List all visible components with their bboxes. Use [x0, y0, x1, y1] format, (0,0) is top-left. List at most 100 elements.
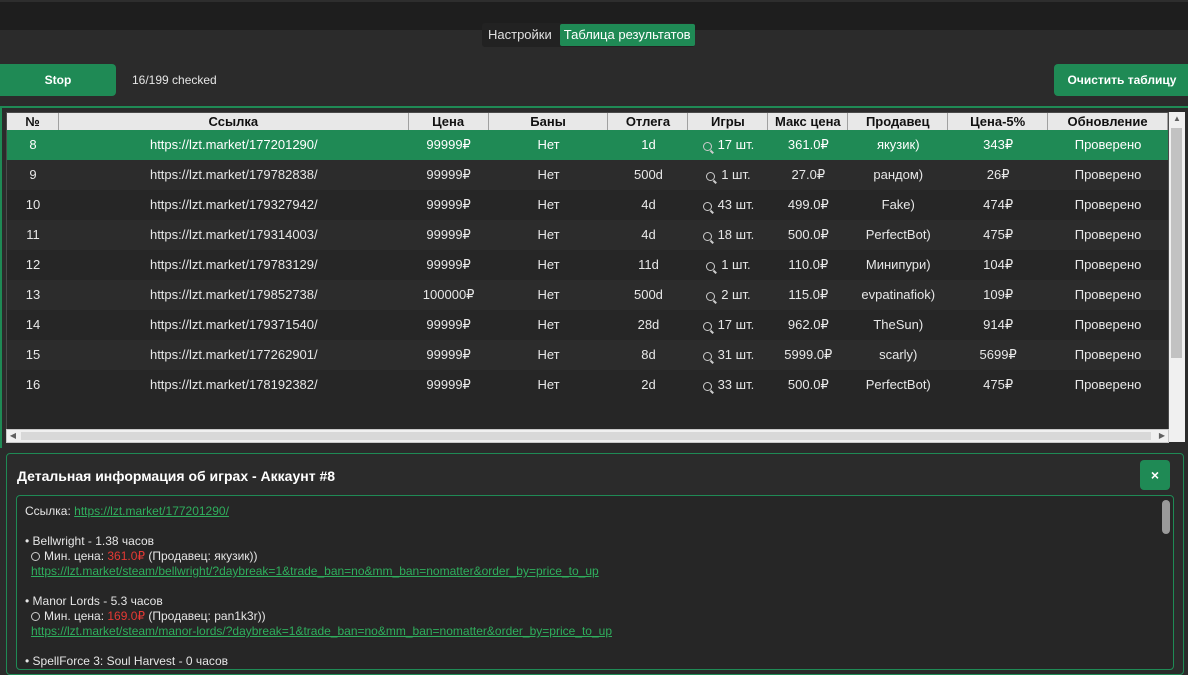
- row-price5: 26₽: [986, 167, 1010, 182]
- tab-results-table[interactable]: Таблица результатов: [559, 24, 695, 46]
- row-update: Проверено: [1074, 167, 1142, 182]
- clear-table-button[interactable]: Очистить таблицу: [1054, 64, 1188, 96]
- row-number: 12: [25, 257, 41, 272]
- row-max-price: 962.0₽: [787, 317, 829, 332]
- scrollbar-thumb[interactable]: [1171, 128, 1182, 358]
- details-title: Детальная информация об играх - Аккаунт …: [17, 468, 336, 484]
- row-link: https://lzt.market/179852738/: [149, 287, 318, 302]
- games-column-header[interactable]: Игры: [688, 113, 769, 130]
- row-number: 16: [25, 377, 41, 392]
- games-count: 31 шт.: [717, 347, 755, 362]
- table-row[interactable]: 9 https://lzt.market/179782838/99999₽ Нет 5…: [7, 160, 1168, 190]
- seller-text: (Продавец: якузик)): [145, 549, 258, 563]
- row-price: 99999₽: [426, 137, 471, 152]
- row-link: https://lzt.market/177262901/: [149, 347, 318, 362]
- game-title: • SpellForce 3: Soul Harvest - 0 часов: [25, 654, 229, 668]
- games-count: 17 шт.: [717, 137, 755, 152]
- row-otlega: 4d: [641, 197, 656, 212]
- row-price: 99999₽: [426, 197, 471, 212]
- row-otlega: 1d: [641, 137, 656, 152]
- row-seller: PerfectBot): [865, 227, 931, 242]
- table-vertical-scrollbar[interactable]: ▲: [1169, 112, 1185, 442]
- scroll-right-arrow-icon[interactable]: ▶: [1156, 430, 1168, 442]
- magnifier-icon: [706, 172, 716, 181]
- link-column-header[interactable]: Ссылка: [59, 113, 409, 130]
- hscrollbar-thumb[interactable]: [21, 432, 1151, 440]
- row-max-price: 5999.0₽: [784, 347, 833, 362]
- row-seller: PerfectBot): [865, 377, 931, 392]
- table-row[interactable]: 10 https://lzt.market/179327942/99999₽ Нет…: [7, 190, 1168, 220]
- seller-column-header[interactable]: Продавец: [848, 113, 949, 130]
- row-price: 99999₽: [426, 377, 471, 392]
- row-seller: рандом): [873, 167, 924, 182]
- row-price5: 5699₽: [979, 347, 1017, 362]
- row-link: https://lzt.market/179327942/: [149, 197, 318, 212]
- row-otlega: 8d: [641, 347, 656, 362]
- price-column-header[interactable]: Цена: [409, 113, 489, 130]
- row-link: https://lzt.market/179371540/: [149, 317, 318, 332]
- row-bans: Нет: [537, 257, 560, 272]
- row-price: 99999₽: [426, 347, 471, 362]
- max-price-column-header[interactable]: Макс цена: [768, 113, 849, 130]
- num-column-header[interactable]: №: [7, 113, 59, 130]
- money-bag-icon: [31, 552, 40, 561]
- update-column-header[interactable]: Обновление: [1048, 113, 1168, 130]
- row-otlega: 11d: [638, 257, 659, 272]
- row-price5: 475₽: [983, 227, 1014, 242]
- row-update: Проверено: [1074, 227, 1142, 242]
- row-update: Проверено: [1074, 287, 1142, 302]
- row-number: 15: [25, 347, 41, 362]
- scroll-up-arrow-icon[interactable]: ▲: [1169, 112, 1185, 126]
- tab-settings[interactable]: Настройки: [482, 24, 558, 46]
- row-bans: Нет: [537, 377, 560, 392]
- game-market-link[interactable]: https://lzt.market/steam/manor-lords/?da…: [31, 624, 612, 638]
- close-details-button[interactable]: ×: [1140, 460, 1170, 490]
- game-market-link[interactable]: https://lzt.market/steam/bellwright/?day…: [31, 564, 599, 578]
- row-games: 2 шт.: [688, 280, 768, 310]
- table-row[interactable]: 13 https://lzt.market/179852738/100000₽ Не…: [7, 280, 1168, 310]
- row-games: 33 шт.: [688, 370, 768, 400]
- table-row[interactable]: 15 https://lzt.market/177262901/99999₽ Нет…: [7, 340, 1168, 370]
- games-count: 1 шт.: [721, 167, 751, 182]
- row-seller: якузик): [876, 137, 920, 152]
- table-row[interactable]: 11 https://lzt.market/179314003/99999₽ Нет…: [7, 220, 1168, 250]
- table-row[interactable]: 14 https://lzt.market/179371540/99999₽ Нет…: [7, 310, 1168, 340]
- details-content: Ссылка: https://lzt.market/177201290/ • …: [16, 495, 1174, 670]
- price5-column-header[interactable]: Цена-5%: [948, 113, 1049, 130]
- min-price-label: Мин. цена:: [44, 549, 108, 563]
- row-update: Проверено: [1074, 377, 1142, 392]
- games-count: 18 шт.: [717, 227, 755, 242]
- row-link: https://lzt.market/179782838/: [149, 167, 318, 182]
- row-price5: 474₽: [983, 197, 1014, 212]
- row-seller: evpatinafiok): [861, 287, 936, 302]
- table-row[interactable]: 8 https://lzt.market/177201290/99999₽ Нет 1…: [7, 130, 1168, 160]
- row-bans: Нет: [537, 287, 560, 302]
- bans-column-header[interactable]: Баны: [489, 113, 609, 130]
- row-price5: 475₽: [983, 377, 1014, 392]
- magnifier-icon: [702, 202, 712, 211]
- row-bans: Нет: [537, 317, 560, 332]
- row-otlega: 500d: [633, 167, 663, 182]
- details-scrollbar-thumb[interactable]: [1162, 500, 1170, 534]
- stop-button[interactable]: Stop: [0, 64, 116, 96]
- row-bans: Нет: [537, 137, 560, 152]
- game-title: • Manor Lords - 5.3 часов: [25, 594, 163, 608]
- otlega-column-header[interactable]: Отлега: [608, 113, 689, 130]
- row-update: Проверено: [1074, 257, 1142, 272]
- row-bans: Нет: [537, 347, 560, 362]
- scroll-left-arrow-icon[interactable]: ◀: [7, 430, 19, 442]
- row-bans: Нет: [537, 227, 560, 242]
- table-row[interactable]: 12 https://lzt.market/179783129/99999₽ Нет…: [7, 250, 1168, 280]
- games-count: 1 шт.: [721, 257, 751, 272]
- row-price5: 109₽: [983, 287, 1014, 302]
- row-max-price: 110.0₽: [788, 257, 829, 272]
- row-games: 17 шт.: [688, 310, 768, 340]
- table-horizontal-scrollbar[interactable]: ◀ ▶: [6, 429, 1169, 443]
- details-account-link[interactable]: https://lzt.market/177201290/: [74, 504, 229, 518]
- row-price5: 104₽: [983, 257, 1014, 272]
- magnifier-icon: [706, 262, 716, 271]
- row-number: 14: [25, 317, 41, 332]
- table-row[interactable]: 16 https://lzt.market/178192382/99999₽ Нет…: [7, 370, 1168, 400]
- min-price-value: 169.0₽: [107, 609, 146, 623]
- game-title: • Bellwright - 1.38 часов: [25, 534, 155, 548]
